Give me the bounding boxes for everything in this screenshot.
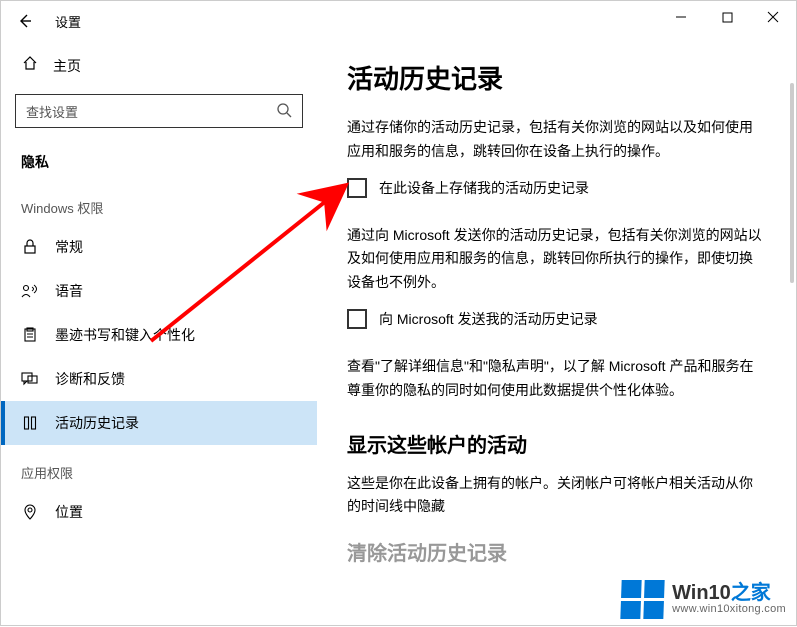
send-ms-paragraph: 通过向 Microsoft 发送你的活动历史记录，包括有关你浏览的网站以及如何使…	[347, 224, 766, 295]
back-arrow-icon	[17, 13, 33, 29]
scrollbar-thumb[interactable]	[790, 83, 794, 283]
store-activity-label: 在此设备上存储我的活动历史记录	[379, 178, 589, 198]
activity-icon	[21, 415, 39, 431]
nav-label: 墨迹书写和键入个性化	[55, 325, 195, 345]
nav-label: 常规	[55, 237, 83, 257]
section-windows-permissions: Windows 权限	[1, 180, 317, 225]
search-input[interactable]: 查找设置	[15, 94, 303, 128]
nav-label: 活动历史记录	[55, 413, 139, 433]
nav-diagnostics[interactable]: 诊断和反馈	[1, 357, 317, 401]
store-activity-checkbox[interactable]	[347, 178, 367, 198]
sidebar: 主页 查找设置 隐私 Windows 权限 常规 语音 墨迹	[1, 41, 317, 627]
home-link[interactable]: 主页	[1, 45, 317, 86]
search-icon	[276, 102, 292, 121]
nav-label: 位置	[55, 502, 83, 522]
accounts-heading: 显示这些帐户的活动	[347, 429, 766, 458]
watermark-brand: Win10之家	[672, 583, 786, 604]
windows-logo-icon	[620, 580, 664, 619]
back-button[interactable]	[1, 1, 49, 41]
home-icon	[21, 55, 39, 76]
send-ms-label: 向 Microsoft 发送我的活动历史记录	[379, 309, 598, 329]
intro-paragraph: 通过存储你的活动历史记录，包括有关你浏览的网站以及如何使用应用和服务的信息，跳转…	[347, 116, 766, 164]
close-button[interactable]	[750, 1, 796, 33]
search-placeholder: 查找设置	[26, 102, 78, 121]
page-title: 活动历史记录	[347, 59, 766, 96]
content-area: 活动历史记录 通过存储你的活动历史记录，包括有关你浏览的网站以及如何使用应用和服…	[317, 41, 796, 627]
home-label: 主页	[53, 56, 81, 76]
watermark-url: www.win10xitong.com	[672, 604, 786, 616]
speech-icon	[21, 283, 39, 299]
privacy-links-paragraph: 查看"了解详细信息"和"隐私声明"，以了解 Microsoft 产品和服务在尊重…	[347, 355, 766, 403]
nav-location[interactable]: 位置	[1, 490, 317, 534]
window-title: 设置	[49, 12, 81, 31]
send-ms-checkbox[interactable]	[347, 309, 367, 329]
nav-label: 语音	[55, 281, 83, 301]
clipboard-icon	[21, 327, 39, 343]
minimize-button[interactable]	[658, 1, 704, 33]
scrollbar[interactable]	[788, 83, 794, 625]
nav-activity-history[interactable]: 活动历史记录	[1, 401, 317, 445]
clear-history-heading: 清除活动历史记录	[347, 537, 766, 566]
feedback-icon	[21, 371, 39, 387]
nav-speech[interactable]: 语音	[1, 269, 317, 313]
nav-label: 诊断和反馈	[55, 369, 125, 389]
send-ms-checkbox-row[interactable]: 向 Microsoft 发送我的活动历史记录	[347, 309, 766, 329]
sidebar-category: 隐私	[1, 142, 317, 180]
section-app-permissions: 应用权限	[1, 445, 317, 490]
store-activity-checkbox-row[interactable]: 在此设备上存储我的活动历史记录	[347, 178, 766, 198]
titlebar: 设置	[1, 1, 796, 41]
accounts-paragraph: 这些是你在此设备上拥有的帐户。关闭帐户可将帐户相关活动从你的时间线中隐藏	[347, 472, 766, 520]
nav-ink[interactable]: 墨迹书写和键入个性化	[1, 313, 317, 357]
nav-general[interactable]: 常规	[1, 225, 317, 269]
location-icon	[21, 504, 39, 520]
maximize-button[interactable]	[704, 1, 750, 33]
lock-icon	[21, 239, 39, 255]
window-controls	[658, 1, 796, 33]
watermark: Win10之家 www.win10xitong.com	[621, 580, 786, 619]
